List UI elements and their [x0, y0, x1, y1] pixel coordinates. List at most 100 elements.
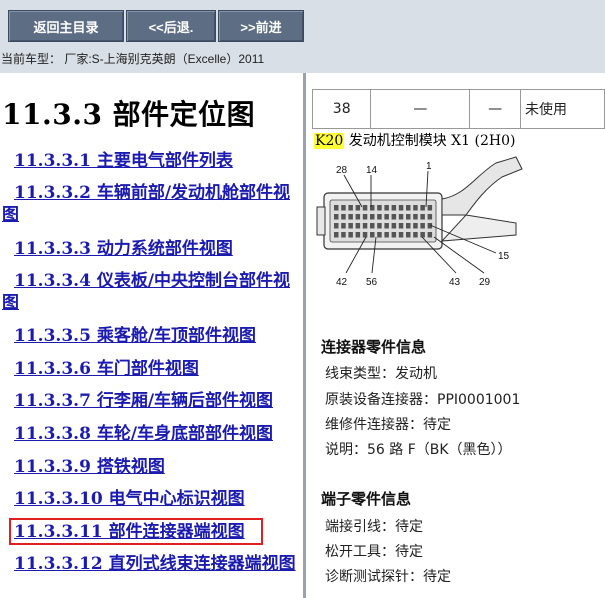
pin-label: 29: [479, 277, 491, 288]
connector-info-oem-connector: 原装设备连接器：PPI0001001: [325, 392, 521, 408]
pin-label: 42: [336, 277, 348, 288]
connector-description: 发动机控制模块 X1 (2H0): [348, 133, 516, 149]
connector-pin: [362, 214, 368, 220]
pin-label: 43: [449, 277, 461, 288]
connector-pin: [427, 214, 433, 220]
connector-pin: [420, 205, 425, 211]
connector-pin: [362, 223, 368, 229]
toolbar: 返回主目录 <<后退. >>前进: [0, 0, 605, 48]
connector-pin: [348, 232, 353, 238]
connector-pin: [420, 232, 425, 238]
connector-pin: [362, 232, 368, 238]
toc-link-powertrain-view[interactable]: 11.3.3.3 动力系统部件视图: [14, 238, 233, 260]
back-button[interactable]: <<后退.: [126, 10, 216, 42]
forward-button[interactable]: >>前进: [218, 10, 304, 42]
current-vehicle-bar: 当前车型： 厂家:S-上海别克英朗（Excelle）2011: [0, 47, 605, 73]
harness-cover: [441, 156, 523, 216]
connector-pin: [362, 205, 368, 211]
toc-link-inline-harness-connector-view[interactable]: 11.3.3.12 直列式线束连接器端视图: [14, 553, 296, 575]
connector-pin: [377, 223, 382, 229]
connector-pin: [391, 214, 397, 220]
connector-pin: [370, 232, 375, 238]
terminal-info-title: 端子零件信息: [321, 490, 412, 508]
toc-link-front-engine-bay-view[interactable]: 11.3.3.2 车辆前部/发动机舱部件视图: [2, 182, 294, 226]
connector-pin: [341, 223, 346, 229]
connector-pin: [384, 223, 389, 229]
connector-info-description: 说明：56 路 F（BK（黑色））: [325, 442, 512, 458]
connector-pin: [391, 232, 397, 238]
harness-cable: [440, 214, 517, 242]
connector-pin: [427, 205, 433, 211]
toc-pane[interactable]: 11.3.3 部件定位图 11.3.3.1 主要电气部件列表 11.3.3.2 …: [0, 73, 303, 598]
connector-pin: [341, 205, 346, 211]
connector-pin: [391, 223, 397, 229]
connector-pin: [413, 214, 418, 220]
connector-pin: [406, 214, 411, 220]
pin-label: 14: [366, 165, 378, 176]
toc-link-passenger-roof-view[interactable]: 11.3.3.5 乘客舱/车顶部件视图: [14, 325, 256, 347]
connector-pin: [348, 223, 353, 229]
toc-link-connector-end-view[interactable]: 11.3.3.11 部件连接器端视图: [14, 521, 245, 543]
connector-pin: [348, 214, 353, 220]
page-title: 11.3.3 部件定位图: [2, 98, 256, 131]
connector-pin: [377, 232, 382, 238]
connector-pin: [406, 232, 411, 238]
connector-pin: [398, 205, 404, 211]
wire-size-cell: —: [370, 89, 471, 129]
connector-pin: [413, 223, 418, 229]
connector-diagram: 28 14 1 15 42 56 43 29: [316, 156, 523, 288]
toc-link-electrical-center-view[interactable]: 11.3.3.10 电气中心标识视图: [14, 488, 245, 510]
connector-heading: K20 发动机控制模块 X1 (2H0): [314, 130, 515, 150]
connector-pin: [370, 223, 375, 229]
pin-table: 38 — — 未使用: [311, 89, 605, 129]
terminal-info-test-probe: 诊断测试探针：待定: [325, 569, 451, 585]
connector-pin: [377, 214, 382, 220]
pin-label: 1: [426, 161, 432, 172]
connector-info-harness-type: 线束类型：发动机: [325, 366, 437, 382]
connector-pin: [406, 223, 411, 229]
connector-pin: [355, 232, 361, 238]
pin-number-cell: 38: [311, 89, 372, 129]
toc-link-wheel-underbody-view[interactable]: 11.3.3.8 车轮/车身底部部件视图: [14, 423, 273, 445]
connector-pin: [398, 214, 404, 220]
connector-pin: [413, 232, 418, 238]
connector-pin: [384, 214, 389, 220]
connector-pin: [355, 214, 361, 220]
connector-pin: [398, 223, 404, 229]
connector-pin: [420, 214, 425, 220]
pin-label: 28: [336, 165, 348, 176]
current-vehicle-text: 当前车型： 厂家:S-上海别克英朗（Excelle）2011: [1, 52, 265, 66]
connector-pin: [348, 205, 353, 211]
pin-label: 56: [366, 277, 378, 288]
connector-pin: [334, 205, 339, 211]
toc-link-main-electrical-parts-list[interactable]: 11.3.3.1 主要电气部件列表: [14, 150, 233, 172]
toc-link-ground-view[interactable]: 11.3.3.9 搭铁视图: [14, 456, 165, 478]
connector-pin: [355, 223, 361, 229]
connector-code: K20: [314, 133, 345, 149]
connector-pin: [355, 205, 361, 211]
connector-pin: [334, 223, 339, 229]
content-pane[interactable]: 38 — — 未使用 K20 发动机控制模块 X1 (2H0) 28 14 1 …: [306, 73, 605, 598]
terminal-info-lead: 端接引线：待定: [325, 519, 423, 535]
back-to-main-menu-button[interactable]: 返回主目录: [8, 10, 124, 42]
connector-pin: [406, 205, 411, 211]
pin-label: 15: [498, 251, 510, 262]
connector-info-title: 连接器零件信息: [321, 338, 427, 356]
table-row: 38 — — 未使用: [311, 89, 605, 129]
terminal-info-release-tool: 松开工具：待定: [325, 544, 423, 560]
connector-pin: [427, 232, 433, 238]
toc-link-trunk-rear-view[interactable]: 11.3.3.7 行李厢/车辆后部件视图: [14, 390, 273, 412]
connector-pin: [370, 214, 375, 220]
function-cell: 未使用: [519, 89, 605, 129]
connector-pin: [334, 232, 339, 238]
connector-pin: [398, 232, 404, 238]
connector-pin: [341, 214, 346, 220]
connector-info-service-connector: 维修件连接器：待定: [325, 417, 451, 433]
circuit-cell: —: [469, 89, 521, 129]
connector-pin: [384, 232, 389, 238]
toc-link-door-view[interactable]: 11.3.3.6 车门部件视图: [14, 358, 199, 380]
connector-pin: [384, 205, 389, 211]
connector-pin: [391, 205, 397, 211]
toc-link-instrument-panel-view[interactable]: 11.3.3.4 仪表板/中央控制台部件视图: [2, 270, 294, 314]
connector-pin: [413, 205, 418, 211]
